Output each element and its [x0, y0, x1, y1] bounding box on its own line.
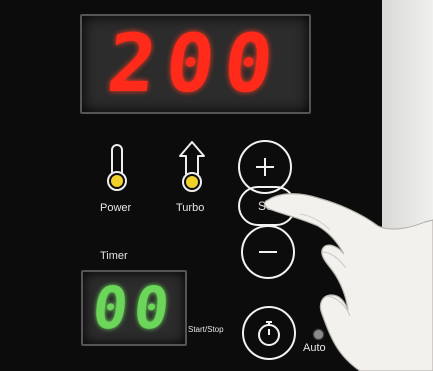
hand-image: [263, 193, 433, 371]
